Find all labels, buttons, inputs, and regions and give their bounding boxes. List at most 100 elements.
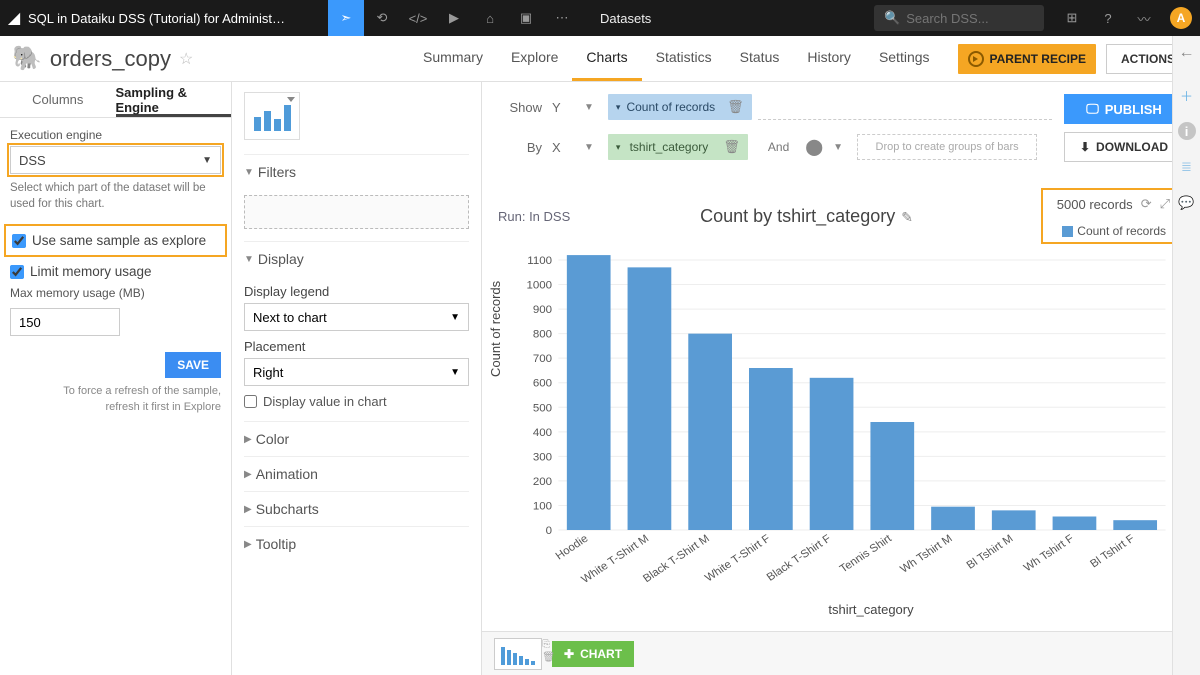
x-dimension-pill[interactable]: ▾tshirt_category🗑 — [608, 134, 748, 160]
info-icon[interactable]: i — [1178, 122, 1196, 140]
chart-type-selector[interactable] — [244, 92, 300, 140]
legend-pos-dropdown[interactable]: Next to chart▼ — [244, 303, 469, 331]
tab-explore[interactable]: Explore — [497, 36, 572, 81]
dataset-name: orders_copy — [50, 46, 171, 72]
y-measure-pill[interactable]: ▾Count of records🗑 — [608, 94, 752, 120]
flow-icon[interactable]: ➣ — [328, 0, 364, 36]
download-icon: ⬇ — [1080, 140, 1090, 154]
tab-summary[interactable]: Summary — [409, 36, 497, 81]
svg-text:1000: 1000 — [526, 280, 552, 292]
left-tab-sampling[interactable]: Sampling & Engine — [116, 82, 232, 117]
engine-value: DSS — [19, 153, 46, 168]
tab-settings[interactable]: Settings — [865, 36, 944, 81]
color-drop-icon[interactable]: ⬤ — [805, 137, 823, 157]
breadcrumb[interactable]: Datasets — [600, 11, 651, 26]
chevron-down-icon[interactable]: ▼ — [833, 142, 843, 153]
play-icon[interactable]: ▶ — [436, 0, 472, 36]
list-icon[interactable]: ≣ — [1178, 158, 1196, 176]
refresh-icon[interactable]: ⟳ — [1141, 196, 1152, 212]
tab-status[interactable]: Status — [726, 36, 794, 81]
display-value-checkbox[interactable] — [244, 395, 257, 408]
limit-mem-checkbox[interactable] — [10, 265, 24, 279]
section-subcharts[interactable]: ▶Subcharts — [244, 491, 469, 526]
force-refresh-hint2: refresh it first in Explore — [0, 400, 231, 415]
dataiku-logo-icon[interactable]: ◢ — [0, 8, 28, 28]
trash-icon[interactable]: 🗑 — [542, 652, 555, 663]
placement-dropdown[interactable]: Right▼ — [244, 358, 469, 386]
same-sample-row[interactable]: Use same sample as explore — [8, 228, 223, 253]
section-animation[interactable]: ▶Animation — [244, 456, 469, 491]
plus-icon: ✚ — [564, 647, 574, 661]
chart-thumbnail[interactable]: ⎘🗑 — [494, 638, 542, 670]
code-icon[interactable]: </> — [400, 0, 436, 36]
watch-icon[interactable]: ☆ — [179, 49, 193, 69]
search-input[interactable] — [906, 11, 1034, 26]
back-arrow-icon[interactable]: ← — [1179, 44, 1195, 68]
remove-icon[interactable]: 🗑 — [717, 139, 740, 155]
svg-text:Bl Tshirt F: Bl Tshirt F — [1088, 533, 1137, 571]
help-icon[interactable]: ? — [1090, 0, 1126, 36]
save-button[interactable]: SAVE — [165, 352, 221, 378]
group-dropzone[interactable]: Drop to create groups of bars — [857, 134, 1037, 160]
dashboard-icon[interactable]: ⌂ — [472, 0, 508, 36]
tab-statistics[interactable]: Statistics — [642, 36, 726, 81]
filters-dropzone[interactable] — [244, 195, 469, 229]
avatar[interactable]: A — [1170, 7, 1192, 29]
publish-button[interactable]: 🖵PUBLISH — [1064, 94, 1184, 124]
svg-text:100: 100 — [533, 501, 552, 513]
record-count: 5000 records — [1057, 197, 1133, 212]
add-chart-button[interactable]: ✚CHART — [552, 641, 634, 667]
panel-icon[interactable]: ▣ — [508, 0, 544, 36]
search-icon: 🔍 — [884, 10, 900, 26]
edit-icon[interactable]: ✎ — [901, 209, 913, 225]
svg-text:White T-Shirt F: White T-Shirt F — [703, 533, 773, 585]
chart-config-pane: ▼Filters ▼Display Display legend Next to… — [232, 82, 482, 675]
parent-recipe-button[interactable]: PARENT RECIPE — [958, 44, 1096, 74]
bar-chart: Count of records 01002003004005006007008… — [506, 250, 1176, 600]
display-value-row[interactable]: Display value in chart — [244, 394, 469, 409]
more-icon[interactable]: ⋯ — [544, 0, 580, 36]
left-tab-columns[interactable]: Columns — [0, 82, 116, 117]
topbar: ◢ SQL in Dataiku DSS (Tutorial) for Admi… — [0, 0, 1200, 36]
expand-icon[interactable]: ⤢ — [1160, 196, 1170, 212]
by-label: By — [498, 140, 542, 155]
engine-dropdown[interactable]: DSS ▼ — [10, 146, 221, 174]
search-box[interactable]: 🔍 — [874, 5, 1044, 31]
left-pane: Columns Sampling & Engine Execution engi… — [0, 82, 232, 675]
svg-text:Wh Tshirt M: Wh Tshirt M — [898, 533, 955, 576]
mem-label: Max memory usage (MB) — [10, 286, 221, 300]
placement-label: Placement — [244, 339, 469, 354]
x-axis-title: tshirt_category — [498, 602, 1184, 617]
svg-text:0: 0 — [546, 525, 552, 537]
apps-icon[interactable]: ⊞ — [1054, 0, 1090, 36]
same-sample-checkbox[interactable] — [12, 234, 26, 248]
chart-title[interactable]: Count by tshirt_category✎ — [570, 206, 1043, 227]
refresh-icon[interactable]: ⟲ — [364, 0, 400, 36]
show-label: Show — [498, 100, 542, 115]
chevron-down-icon[interactable]: ▼ — [584, 102, 594, 113]
project-title[interactable]: SQL in Dataiku DSS (Tutorial) for Admini… — [28, 11, 328, 26]
chevron-down-icon[interactable]: ▼ — [584, 142, 594, 153]
engine-label: Execution engine — [10, 128, 221, 142]
download-button[interactable]: ⬇DOWNLOAD — [1064, 132, 1184, 162]
tab-charts[interactable]: Charts — [572, 36, 641, 81]
svg-text:Bl Tshirt M: Bl Tshirt M — [965, 533, 1016, 572]
mem-input[interactable] — [10, 308, 120, 336]
display-legend-label: Display legend — [244, 284, 469, 299]
section-filters[interactable]: ▼Filters — [244, 154, 469, 189]
remove-icon[interactable]: 🗑 — [721, 99, 744, 115]
y-axis-title: Count of records — [488, 281, 503, 377]
svg-text:White T-Shirt M: White T-Shirt M — [579, 533, 651, 586]
y-dropzone[interactable] — [758, 94, 1052, 120]
limit-mem-row[interactable]: Limit memory usage — [0, 259, 231, 284]
activity-icon[interactable]: 〰 — [1126, 0, 1162, 36]
section-display[interactable]: ▼Display — [244, 241, 469, 276]
tab-history[interactable]: History — [793, 36, 865, 81]
section-tooltip[interactable]: ▶Tooltip — [244, 526, 469, 561]
svg-text:Wh Tshirt F: Wh Tshirt F — [1022, 533, 1077, 574]
chat-icon[interactable]: 💬 — [1178, 194, 1196, 212]
copy-icon[interactable]: ⎘ — [542, 639, 555, 650]
add-icon[interactable]: ＋ — [1178, 86, 1196, 104]
section-color[interactable]: ▶Color — [244, 421, 469, 456]
svg-text:200: 200 — [533, 476, 552, 488]
